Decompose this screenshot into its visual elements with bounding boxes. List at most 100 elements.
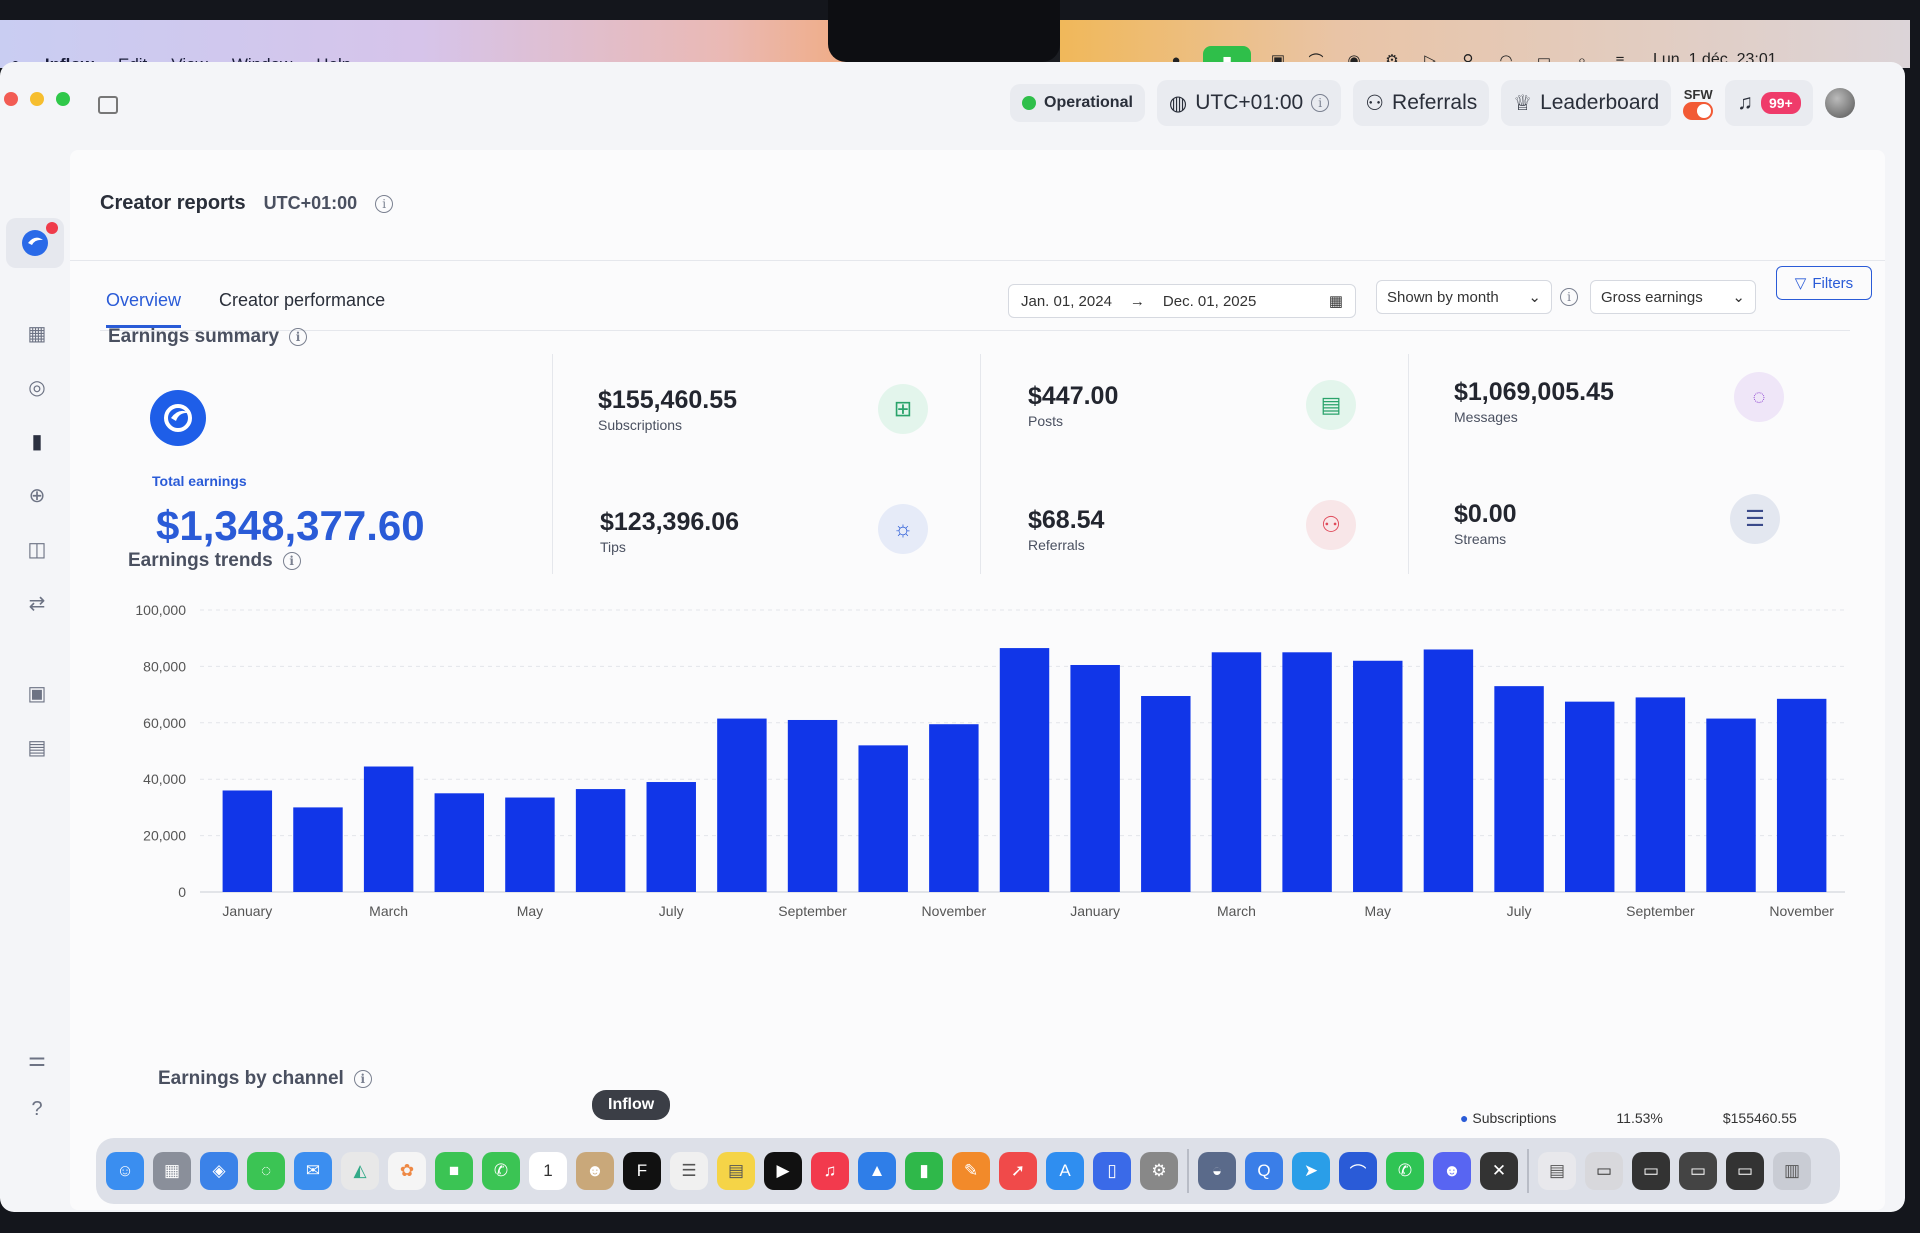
info-icon: i: [1311, 94, 1330, 112]
x-tick-label: November: [1769, 903, 1834, 919]
bar: [293, 807, 343, 892]
discord-icon[interactable]: ☻: [1433, 1152, 1471, 1190]
transfer-icon[interactable]: ⇄: [24, 590, 50, 616]
metric-tips: $123,396.06 Tips: [600, 508, 739, 555]
leaderboard-label: Leaderboard: [1540, 91, 1660, 114]
numbers-icon[interactable]: ▮: [905, 1152, 943, 1190]
notifications-button[interactable]: ♫ 99+: [1725, 80, 1813, 126]
bar-chart-icon[interactable]: ▮: [24, 428, 50, 454]
status-text: Operational: [1044, 94, 1133, 111]
mail-icon[interactable]: ✉: [294, 1152, 332, 1190]
trophy-icon: ♕: [1513, 91, 1533, 115]
contact-icon[interactable]: ▣: [24, 680, 50, 706]
date-from[interactable]: Jan. 01, 2024: [1021, 293, 1112, 310]
utility-icon[interactable]: ◒: [1198, 1152, 1236, 1190]
bar: [999, 648, 1050, 892]
stream-icon: ☰: [1730, 494, 1780, 544]
info-icon[interactable]: i: [289, 328, 308, 346]
window-thumbnail-icon[interactable]: ▭: [1585, 1152, 1623, 1190]
window-thumbnail-icon[interactable]: ▭: [1726, 1152, 1764, 1190]
window-thumbnail-icon[interactable]: ▭: [1632, 1152, 1670, 1190]
rocket-icon[interactable]: ➚: [999, 1152, 1037, 1190]
music-icon[interactable]: ♫: [811, 1152, 849, 1190]
timezone-button[interactable]: ◍ UTC+01:00 i: [1156, 80, 1342, 126]
pages-icon[interactable]: ✎: [952, 1152, 990, 1190]
sfw-switch[interactable]: [1683, 101, 1714, 120]
contacts-icon[interactable]: ☻: [576, 1152, 614, 1190]
whatsapp-icon[interactable]: ✆: [1386, 1152, 1424, 1190]
metric-select[interactable]: Gross earnings ⌄: [1590, 280, 1756, 314]
date-to[interactable]: Dec. 01, 2025: [1163, 293, 1256, 310]
info-icon[interactable]: i: [375, 194, 394, 213]
bar: [575, 789, 626, 892]
apple-tv-icon[interactable]: ▶: [764, 1152, 802, 1190]
calendar-icon[interactable]: ▦: [1329, 292, 1343, 310]
metric-referrals: $68.54 Referrals: [1028, 506, 1104, 553]
tab-overview[interactable]: Overview: [106, 290, 182, 328]
messages-icon[interactable]: ◌: [247, 1152, 285, 1190]
arrow-right-icon: →: [1129, 292, 1145, 310]
reminders-icon[interactable]: ☰: [670, 1152, 708, 1190]
finder-icon[interactable]: ☺: [106, 1152, 144, 1190]
dashboard-icon[interactable]: ▦: [24, 320, 50, 346]
maps-icon[interactable]: ◭: [341, 1152, 379, 1190]
total-earnings-label: Total earnings: [152, 473, 247, 489]
document-preview-icon[interactable]: ▤: [1538, 1152, 1576, 1190]
capcut-icon[interactable]: ✕: [1480, 1152, 1518, 1190]
referrals-label: Referrals: [1392, 91, 1478, 114]
info-icon[interactable]: i: [282, 552, 301, 570]
close-window-button[interactable]: [4, 92, 18, 106]
referrals-button[interactable]: ⚇ Referrals: [1353, 80, 1490, 126]
trash-icon[interactable]: ▥: [1773, 1152, 1811, 1190]
date-range-picker[interactable]: Jan. 01, 2024 → Dec. 01, 2025 ▦: [1008, 284, 1356, 318]
launchpad-icon[interactable]: ▦: [153, 1152, 191, 1190]
calendar-app-icon[interactable]: 1: [529, 1152, 567, 1190]
settings-sliders-icon[interactable]: ⚌: [24, 1046, 50, 1072]
metric-value: Gross earnings: [1601, 288, 1703, 306]
system-settings-icon[interactable]: ⚙: [1140, 1152, 1178, 1190]
chat-bubble-icon: ◌: [1734, 372, 1784, 422]
inflow-nav-icon[interactable]: ◎: [24, 374, 50, 400]
inflow-app-icon[interactable]: F: [623, 1152, 661, 1190]
bar: [1211, 652, 1262, 892]
sidebar-toggle-icon[interactable]: [98, 96, 118, 114]
metric-label: Messages: [1454, 409, 1518, 425]
notes-icon[interactable]: ▤: [717, 1152, 755, 1190]
leaderboard-button[interactable]: ♕ Leaderboard: [1501, 80, 1672, 126]
arc-app-icon[interactable]: ⌒: [1339, 1152, 1377, 1190]
help-icon[interactable]: ?: [24, 1096, 50, 1122]
trend-chart-icon[interactable]: ◫: [24, 536, 50, 562]
clipboard-icon[interactable]: ▤: [24, 734, 50, 760]
group-by-select[interactable]: Shown by month ⌄: [1376, 280, 1552, 314]
quicktime-icon[interactable]: Q: [1245, 1152, 1283, 1190]
keynote-icon[interactable]: ▲: [858, 1152, 896, 1190]
photos-icon[interactable]: ✿: [388, 1152, 426, 1190]
info-icon[interactable]: i: [1560, 288, 1578, 306]
metric-value: $155,460.55: [598, 386, 738, 414]
app-store-icon[interactable]: A: [1046, 1152, 1084, 1190]
sfw-toggle[interactable]: SFW: [1683, 86, 1714, 120]
telegram-icon[interactable]: ➤: [1292, 1152, 1330, 1190]
window-thumbnail-icon[interactable]: ▭: [1679, 1152, 1717, 1190]
avatar[interactable]: [1824, 88, 1855, 118]
bar: [717, 718, 767, 892]
status-badge[interactable]: Operational: [1010, 84, 1145, 122]
metric-value: $123,396.06: [600, 508, 740, 536]
minimize-window-button[interactable]: [30, 92, 44, 106]
legend-subscriptions: ● Subscriptions: [1460, 1110, 1557, 1126]
x-tick-label: May: [517, 903, 543, 919]
bar: [1070, 664, 1120, 892]
filters-button[interactable]: ▽ Filters: [1776, 266, 1872, 300]
facetime-icon[interactable]: ■: [435, 1152, 473, 1190]
iphone-mirroring-icon[interactable]: ▯: [1093, 1152, 1131, 1190]
zoom-window-button[interactable]: [56, 92, 70, 106]
sfw-label: SFW: [1683, 86, 1713, 102]
phone-icon[interactable]: ✆: [482, 1152, 520, 1190]
metric-label: Streams: [1454, 531, 1507, 547]
money-icon[interactable]: ⊕: [24, 482, 50, 508]
info-icon[interactable]: i: [353, 1070, 372, 1088]
app-logo-icon[interactable]: [6, 218, 64, 268]
page-title: Creator reports: [100, 192, 246, 214]
tab-creator-performance[interactable]: Creator performance: [219, 290, 385, 328]
safari-icon[interactable]: ◈: [200, 1152, 238, 1190]
